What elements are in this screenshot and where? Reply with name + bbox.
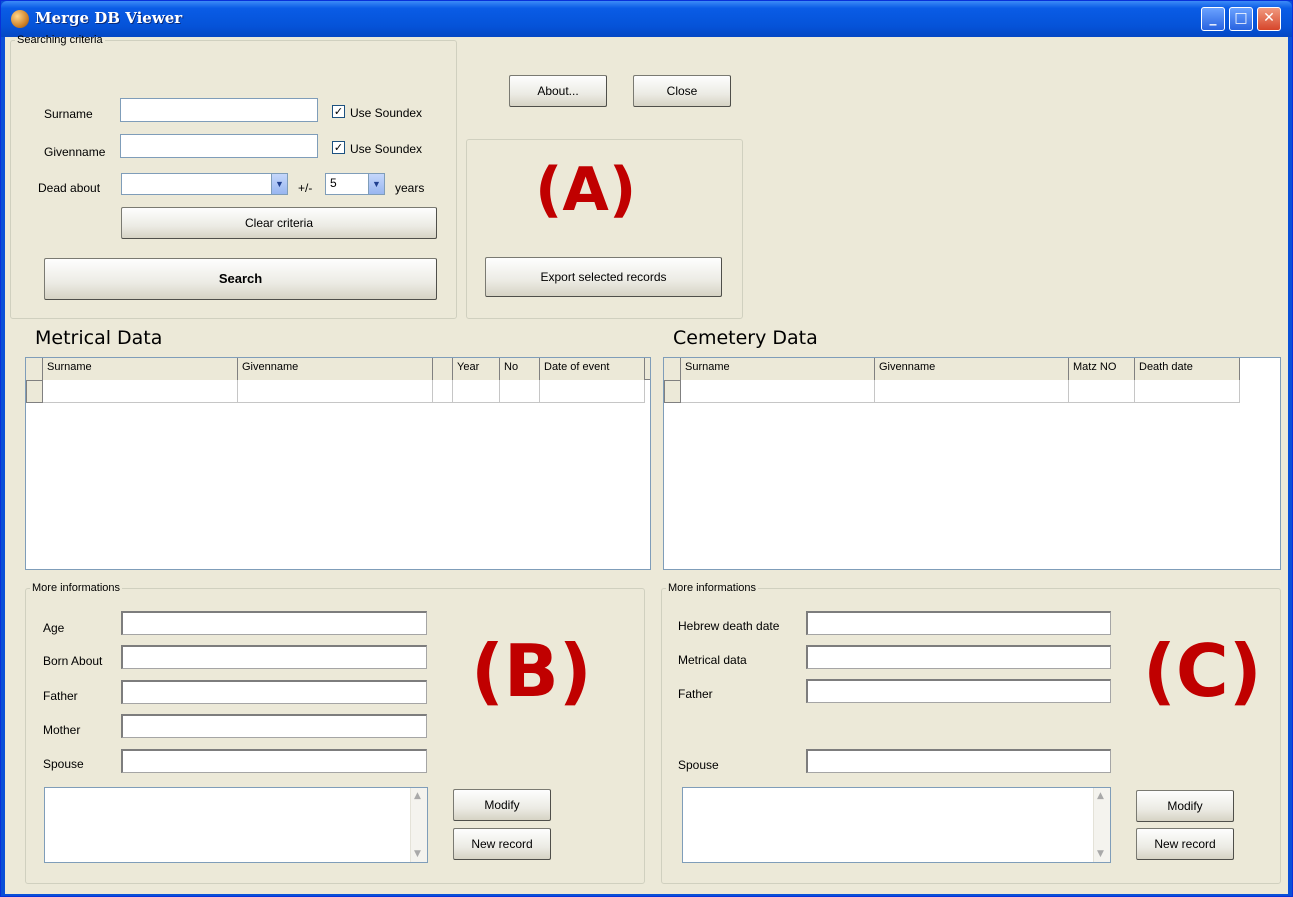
spouse-right-label: Spouse [678, 758, 719, 772]
more-info-left-legend: More informations [32, 582, 121, 594]
age-field[interactable] [121, 611, 427, 635]
givenname-soundex-checkbox[interactable]: ✓ [332, 141, 345, 154]
notes-right-scrollbar[interactable]: ▲ ▼ [1093, 788, 1110, 862]
notes-left-scrollbar[interactable]: ▲ ▼ [410, 788, 427, 862]
father-field[interactable] [121, 680, 427, 704]
annotation-b: (B) [471, 629, 592, 713]
range-value: 5 [330, 176, 337, 190]
title-bar[interactable]: Merge DB Viewer _ □ ✕ [1, 1, 1292, 37]
cemetery-col-death-date[interactable]: Death date [1135, 358, 1240, 380]
spouse-label: Spouse [43, 757, 84, 771]
close-window-icon[interactable]: ✕ [1257, 7, 1281, 31]
metrical-col-blank[interactable] [433, 358, 453, 380]
more-info-right-legend: More informations [668, 582, 757, 594]
window-title: Merge DB Viewer [35, 9, 183, 27]
surname-soundex-label: Use Soundex [350, 106, 423, 120]
table-cell[interactable] [43, 380, 238, 403]
metrical-col-givenname[interactable]: Givenname [238, 358, 433, 380]
mother-label: Mother [43, 723, 81, 737]
cemetery-row-selector-header [664, 358, 681, 380]
surname-soundex-checkbox[interactable]: ✓ [332, 105, 345, 118]
spouse-right-field[interactable] [806, 749, 1111, 773]
givenname-label: Givenname [44, 145, 106, 159]
table-cell[interactable] [540, 380, 645, 403]
dead-about-label: Dead about [38, 181, 101, 195]
notes-right-textarea[interactable]: ▲ ▼ [682, 787, 1111, 863]
table-cell[interactable] [1135, 380, 1240, 403]
years-label: years [395, 181, 425, 195]
metrical-data-field[interactable] [806, 645, 1111, 669]
search-button[interactable]: Search [44, 258, 437, 300]
hebrew-death-date-label: Hebrew death date [678, 619, 780, 633]
mother-field[interactable] [121, 714, 427, 738]
modify-left-button[interactable]: Modify [453, 789, 551, 821]
scroll-up-icon[interactable]: ▲ [1097, 791, 1104, 801]
notes-left-textarea[interactable]: ▲ ▼ [44, 787, 428, 863]
metrical-data-title: Metrical Data [35, 327, 163, 349]
cemetery-data-title: Cemetery Data [673, 327, 818, 349]
table-cell[interactable] [1069, 380, 1135, 403]
father-right-label: Father [678, 687, 713, 701]
hebrew-death-date-field[interactable] [806, 611, 1111, 635]
dead-about-select[interactable]: ▼ [121, 173, 288, 195]
cemetery-data-grid[interactable]: Surname Givenname Matz NO Death date [663, 357, 1281, 570]
about-button[interactable]: About... [509, 75, 607, 107]
age-label: Age [43, 621, 65, 635]
metrical-row-selector[interactable] [26, 380, 43, 403]
close-button[interactable]: Close [633, 75, 731, 107]
minimize-icon[interactable]: _ [1201, 7, 1225, 31]
clear-criteria-button[interactable]: Clear criteria [121, 207, 437, 239]
new-record-right-button[interactable]: New record [1136, 828, 1234, 860]
metrical-col-no[interactable]: No [500, 358, 540, 380]
metrical-data-grid[interactable]: Surname Givenname Year No Date of event [25, 357, 651, 570]
client-area: Searching criteria Surname ✓ Use Soundex… [5, 34, 1288, 894]
father-label: Father [43, 689, 78, 703]
cemetery-col-givenname[interactable]: Givenname [875, 358, 1069, 380]
table-cell[interactable] [433, 380, 453, 403]
spouse-field[interactable] [121, 749, 427, 773]
father-right-field[interactable] [806, 679, 1111, 703]
app-icon [11, 10, 29, 28]
maximize-icon[interactable]: □ [1229, 7, 1253, 31]
surname-input[interactable] [120, 98, 318, 122]
chevron-down-icon[interactable]: ▼ [271, 174, 287, 194]
metrical-row-selector-header [26, 358, 43, 380]
export-selected-records-button[interactable]: Export selected records [485, 257, 722, 297]
new-record-left-button[interactable]: New record [453, 828, 551, 860]
scroll-down-icon[interactable]: ▼ [1097, 849, 1104, 859]
surname-label: Surname [44, 107, 93, 121]
givenname-input[interactable] [120, 134, 318, 158]
application-window: Merge DB Viewer _ □ ✕ Searching criteria… [0, 0, 1293, 897]
born-about-field[interactable] [121, 645, 427, 669]
table-cell[interactable] [453, 380, 500, 403]
metrical-col-year[interactable]: Year [453, 358, 500, 380]
plusminus-label: +/- [298, 181, 313, 195]
scroll-up-icon[interactable]: ▲ [414, 791, 421, 801]
cemetery-col-surname[interactable]: Surname [681, 358, 875, 380]
annotation-c: (C) [1143, 629, 1262, 713]
born-about-label: Born About [43, 654, 103, 668]
scroll-down-icon[interactable]: ▼ [414, 849, 421, 859]
metrical-data-label: Metrical data [678, 653, 747, 667]
modify-right-button[interactable]: Modify [1136, 790, 1234, 822]
cemetery-row-selector[interactable] [664, 380, 681, 403]
searching-criteria-legend: Searching criteria [17, 34, 103, 46]
table-cell[interactable] [500, 380, 540, 403]
metrical-col-surname[interactable]: Surname [43, 358, 238, 380]
cemetery-col-matz-no[interactable]: Matz NO [1069, 358, 1135, 380]
metrical-col-date-of-event[interactable]: Date of event [540, 358, 645, 380]
chevron-down-icon[interactable]: ▼ [368, 174, 384, 194]
range-select[interactable]: 5 ▼ [325, 173, 385, 195]
table-cell[interactable] [238, 380, 433, 403]
table-cell[interactable] [681, 380, 875, 403]
annotation-a: (A) [535, 155, 637, 225]
table-cell[interactable] [875, 380, 1069, 403]
givenname-soundex-label: Use Soundex [350, 142, 423, 156]
